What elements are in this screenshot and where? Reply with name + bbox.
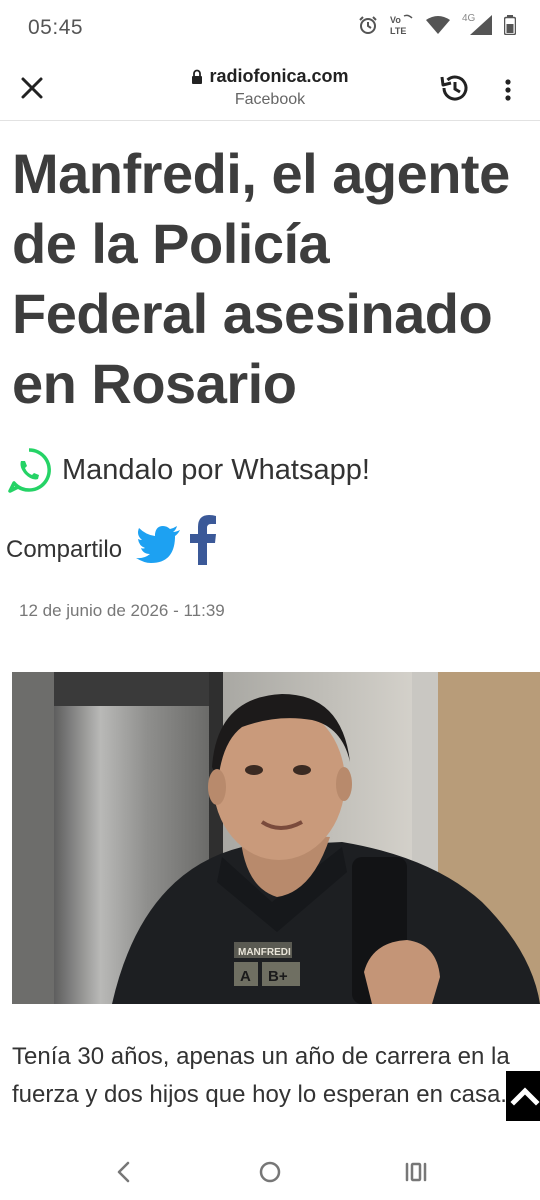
url-text: radiofonica.com (209, 66, 349, 86)
headline-line: de la Policía (12, 212, 330, 275)
share-label: Compartilo (6, 536, 123, 563)
close-icon[interactable] (18, 74, 46, 102)
chevron-up-icon (510, 1087, 540, 1106)
volte-line1: Vo (390, 15, 401, 25)
volte-icon: Vo LTE (390, 14, 413, 36)
signal-icon (470, 15, 492, 35)
battery-icon (504, 15, 516, 35)
article-body: Tenía 30 años, apenas un año de carrera … (12, 1038, 540, 1114)
signal-group: 4G (462, 13, 492, 35)
browser-toolbar: radiofonica.com Facebook (0, 56, 540, 121)
volte-line2: LTE (390, 26, 406, 36)
android-nav-bar (0, 1144, 540, 1200)
nav-recents-icon[interactable] (402, 1158, 430, 1186)
article-photo: MANFREDI A B+ (12, 672, 540, 1004)
status-time: 05:45 (28, 16, 84, 39)
headline-line: Manfredi, el agente (12, 142, 510, 205)
headline-line: en Rosario (12, 352, 297, 415)
officer-photo: MANFREDI A B+ (12, 672, 540, 1004)
body-line: fuerza y dos hijos que hoy lo esperan en… (12, 1081, 507, 1108)
article-content[interactable]: Manfredi, el agente de la Policía Federa… (0, 121, 540, 1144)
lock-icon (192, 69, 203, 84)
url-row: radiofonica.com (120, 66, 420, 87)
nav-back-icon[interactable] (110, 1158, 138, 1186)
share-row: Compartilo (6, 515, 218, 565)
whatsapp-share-text: Mandalo por Whatsapp! (62, 453, 370, 486)
twitter-icon[interactable] (136, 525, 182, 565)
alarm-icon (359, 16, 377, 34)
article-headline: Manfredi, el agente de la Policía Federa… (12, 139, 540, 419)
vest-name-tag: MANFREDI (238, 947, 291, 958)
more-vert-icon[interactable] (498, 76, 518, 104)
history-icon[interactable] (438, 72, 470, 104)
url-subtitle: Facebook (234, 91, 306, 108)
whatsapp-icon (8, 448, 51, 493)
vest-blood-a: A (240, 968, 251, 985)
wifi-icon (426, 16, 450, 34)
whatsapp-share-link[interactable]: Mandalo por Whatsapp! (6, 447, 370, 493)
vest-blood-b: B+ (268, 968, 288, 985)
status-icons: Vo LTE 4G (358, 13, 516, 36)
url-box[interactable]: radiofonica.com Facebook (120, 66, 420, 109)
back-to-top-button[interactable] (506, 1071, 540, 1121)
headline-line: Federal asesinado (12, 282, 493, 345)
status-bar: 05:45 Vo LTE 4G (0, 0, 540, 56)
body-line: Tenía 30 años, apenas un año de carrera … (12, 1043, 510, 1070)
article-date: 12 de junio de 2026 - 11:39 (19, 601, 225, 620)
facebook-icon[interactable] (188, 515, 218, 565)
nav-home-icon[interactable] (256, 1158, 284, 1186)
